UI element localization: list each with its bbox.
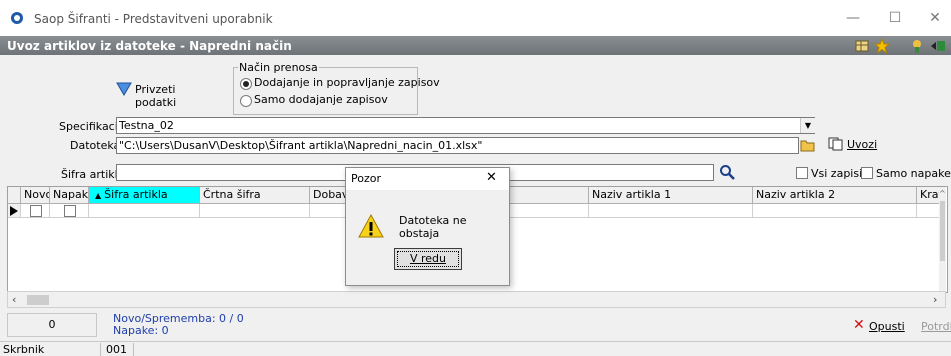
column-header-item-name-1[interactable]: Naziv artikla 1 [589,187,753,204]
exit-icon[interactable] [930,38,946,54]
column-header-item-code[interactable]: ▲ Šifra artikla [89,187,200,204]
radio-add-and-update[interactable] [240,78,252,90]
table-cell-item-code[interactable] [89,204,200,218]
star-icon[interactable] [874,38,890,54]
errors-summary: Napake: 0 [113,324,169,337]
radio-add-only-label: Samo dodajanje zapisov [254,93,388,106]
cancel-button[interactable]: ✕ Opusti [853,317,913,335]
cancel-label: Opusti [869,320,905,333]
radio-add-only[interactable] [240,95,252,107]
down-arrow-icon [116,82,132,96]
statusbar-divider [0,341,951,342]
table-cell-errors[interactable] [50,204,89,218]
confirm-button[interactable]: Potrdi [921,320,951,333]
current-row-arrow-icon [10,206,18,216]
status-code: 001 [103,343,134,356]
file-label: Datoteka [70,139,121,152]
ok-button[interactable]: V redu [394,248,462,270]
dialog-title: Pozor [351,172,381,185]
form-title: Uvoz artiklov iz datoteke - Napredni nač… [7,39,292,53]
maximize-button[interactable]: ☐ [880,6,910,30]
item-code-filter-label: Šifra artikla [61,168,125,181]
file-path-value: "C:\Users\DusanV\Desktop\Šifrant artikla… [119,139,483,152]
tools-icon[interactable] [909,38,925,54]
horizontal-scrollbar[interactable]: ‹ › [7,291,946,308]
dialog-title-bar: Pozor ✕ [346,168,509,190]
window-title: Saop Šifranti - Predstavitveni uporabnik [34,12,273,26]
search-icon[interactable] [719,164,735,180]
column-header-item-name-2[interactable]: Naziv artikla 2 [753,187,917,204]
row-header-corner [8,187,21,204]
column-header-item-code-label: Šifra artikla [104,188,168,201]
table-cell-barcode[interactable] [200,204,310,218]
close-button[interactable]: ✕ [920,6,950,30]
scroll-left-icon[interactable]: ‹ [12,293,16,306]
table-cell-item-name-2[interactable] [753,204,917,218]
alert-dialog: Pozor ✕ Datoteka ne obstaja V redu [345,167,510,286]
column-header-new[interactable]: Novo [21,187,50,204]
minimize-button[interactable]: — [838,6,868,30]
transfer-mode-label: Način prenosa [238,61,319,74]
ok-label: V redu [397,251,459,267]
vertical-scroll-thumb[interactable] [940,201,945,261]
table-cell-new[interactable] [21,204,50,218]
dialog-close-button[interactable]: ✕ [486,170,497,185]
warning-icon [358,214,384,238]
all-records-label: Vsi zapisi [811,167,863,180]
default-data-label: Privzeti podatki [135,83,177,109]
only-errors-checkbox[interactable] [861,167,873,179]
chevron-down-icon[interactable]: ▼ [800,118,815,133]
import-button[interactable]: Uvozi [828,136,888,154]
status-user: Skrbnik [0,343,101,356]
row-new-checkbox[interactable] [30,205,42,217]
radio-add-and-update-label: Dodajanje in popravljanje zapisov [254,76,440,89]
table-cell-item-name-1[interactable] [589,204,753,218]
file-path-input[interactable]: "C:\Users\DusanV\Desktop\Šifrant artikla… [116,137,799,154]
all-records-checkbox[interactable] [796,167,808,179]
record-count: 0 [7,313,97,337]
form-header: Uvoz artiklov iz datoteke - Napredni nač… [0,36,951,55]
scroll-right-icon[interactable]: › [933,293,937,306]
scroll-up-icon[interactable]: ^ [939,189,946,198]
default-data-button[interactable]: Privzeti podatki [116,80,216,109]
grid-icon[interactable] [854,38,870,54]
column-header-barcode[interactable]: Črtna šifra [200,187,310,204]
row-indicator[interactable] [8,204,21,218]
vertical-scrollbar[interactable]: ^ [939,187,946,291]
transfer-mode-group [233,67,418,115]
horizontal-scroll-thumb[interactable] [27,295,49,305]
import-label: Uvozi [847,138,878,151]
dialog-message: Datoteka ne obstaja [399,214,467,240]
only-errors-label: Samo napake [876,167,951,180]
column-header-errors[interactable]: Napake [50,187,89,204]
window-title-bar: Saop Šifranti - Predstavitveni uporabnik… [0,0,951,36]
specification-select[interactable]: Testna_02 [116,117,815,134]
specification-value: Testna_02 [119,119,174,132]
column-header-short[interactable]: Krate [917,187,941,204]
row-errors-checkbox[interactable] [64,205,76,217]
copy-icon [828,137,843,151]
sort-ascending-icon: ▲ [95,191,102,200]
app-icon [11,12,23,24]
table-cell-short[interactable] [917,204,941,218]
open-folder-icon[interactable] [800,137,816,153]
cancel-x-icon: ✕ [853,317,865,333]
